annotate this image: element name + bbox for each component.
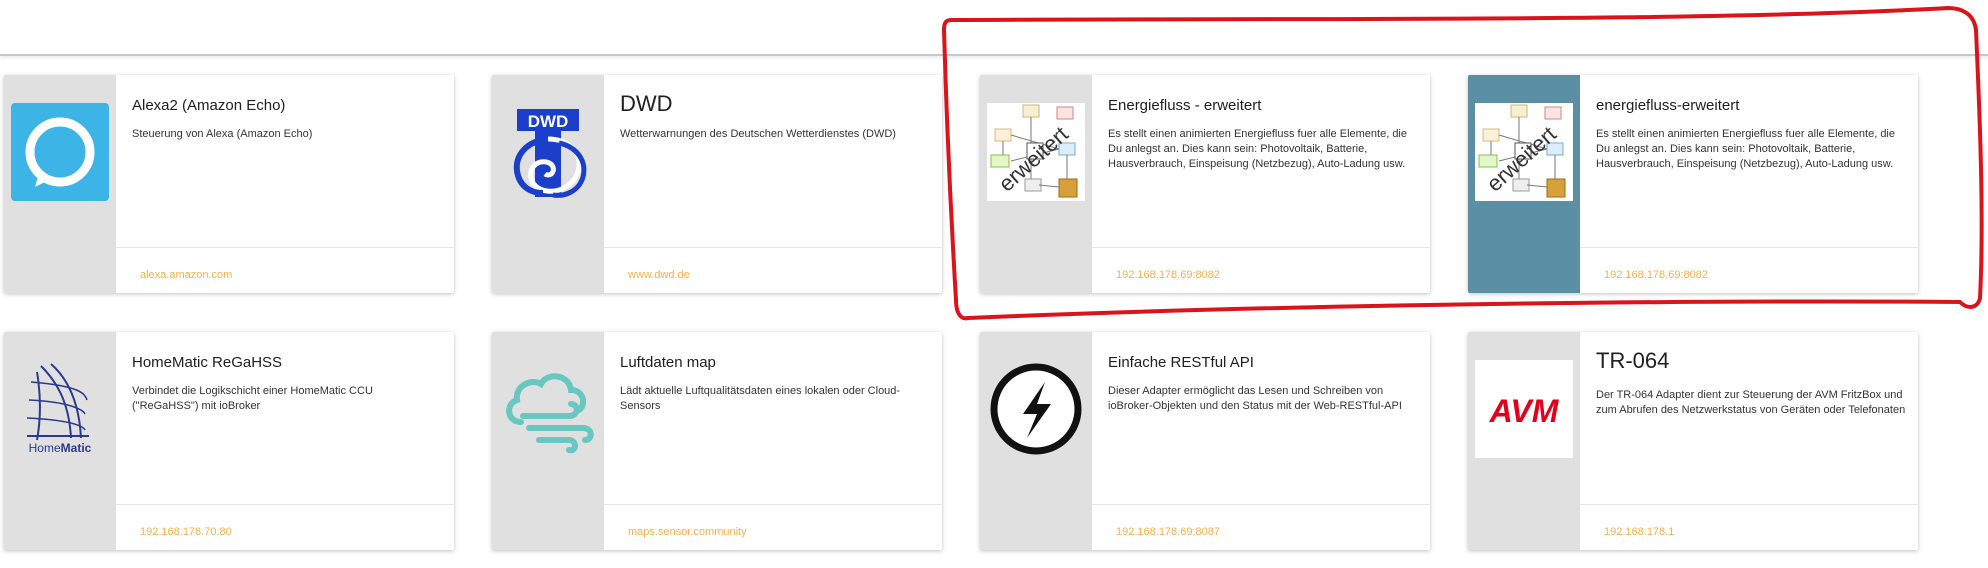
avm-logo-text: AVM	[1489, 393, 1560, 429]
card-link[interactable]: alexa.amazon.com	[140, 269, 232, 281]
card-icon-panel: HomeMatic	[4, 332, 116, 550]
adapter-card-tr-064[interactable]: AVM TR-064 Der TR-064 Adapter dient zur …	[1468, 332, 1918, 550]
card-icon-panel: erweitert	[980, 75, 1092, 293]
card-link[interactable]: 192.168.178.69:8082	[1604, 269, 1708, 281]
card-title: Energiefluss - erweitert	[1108, 97, 1262, 114]
energiefluss-diagram-icon: erweitert	[1475, 103, 1573, 201]
card-title: HomeMatic ReGaHSS	[132, 354, 283, 371]
card-link[interactable]: 192.168.178.69:8087	[1116, 526, 1220, 538]
card-divider	[604, 504, 942, 505]
card-title: Einfache RESTful API	[1108, 354, 1254, 371]
card-title: Alexa2 (Amazon Echo)	[132, 97, 286, 114]
card-description: Wetterwarnungen des Deutschen Wetterdien…	[620, 128, 896, 140]
dwd-logo-icon: DWD	[499, 103, 597, 201]
card-title: DWD	[620, 91, 673, 116]
card-icon-panel	[4, 75, 116, 293]
dwd-logo-text: DWD	[528, 112, 569, 131]
card-icon-panel	[492, 332, 604, 550]
card-description: Lädt aktuelle Luftqualitätsdaten eines l…	[620, 385, 901, 412]
card-icon-panel: DWD	[492, 75, 604, 293]
card-link[interactable]: 192.168.178.70:80	[140, 526, 232, 538]
socket-lightning-icon	[987, 360, 1085, 458]
card-title: energiefluss-erweitert	[1596, 97, 1740, 114]
homematic-logo-text-matic: Matic	[61, 441, 92, 455]
adapter-card-alexa2[interactable]: Alexa2 (Amazon Echo) Steuerung von Alexa…	[4, 75, 454, 293]
card-divider	[1580, 247, 1918, 248]
card-divider	[116, 247, 454, 248]
card-description: Verbindet die Logikschicht einer HomeMat…	[132, 385, 373, 412]
card-divider	[116, 504, 454, 505]
card-link[interactable]: www.dwd.de	[628, 269, 690, 281]
card-divider	[604, 247, 942, 248]
card-divider	[1092, 504, 1430, 505]
cloud-wind-icon	[499, 360, 597, 458]
homematic-logo-text-home: Home	[29, 441, 61, 455]
card-description: Steuerung von Alexa (Amazon Echo)	[132, 128, 313, 140]
card-description: Es stellt einen animierten Energiefluss …	[1596, 128, 1895, 170]
adapter-card-energiefluss-erweitert[interactable]: erweitert Energiefluss - erweitert Es st…	[980, 75, 1430, 293]
card-description: Es stellt einen animierten Energiefluss …	[1108, 128, 1407, 170]
avm-logo-icon: AVM	[1475, 360, 1573, 458]
card-description: Der TR-064 Adapter dient zur Steuerung d…	[1596, 389, 1906, 416]
card-link[interactable]: maps.sensor.community	[628, 526, 747, 538]
svg-text:HomeMatic: HomeMatic	[29, 441, 92, 455]
adapter-card-einfache-restful-api[interactable]: Einfache RESTful API Dieser Adapter ermö…	[980, 332, 1430, 550]
alexa-icon	[11, 103, 109, 201]
top-toolbar	[0, 0, 1988, 56]
homematic-logo-icon: HomeMatic	[11, 360, 109, 458]
card-link[interactable]: 192.168.178.69:8082	[1116, 269, 1220, 281]
card-title: TR-064	[1596, 348, 1670, 373]
card-link[interactable]: 192.168.178.1	[1604, 526, 1674, 538]
energiefluss-diagram-icon: erweitert	[987, 103, 1085, 201]
card-icon-panel	[980, 332, 1092, 550]
card-divider	[1092, 247, 1430, 248]
card-description: Dieser Adapter ermöglicht das Lesen und …	[1108, 385, 1402, 412]
card-icon-panel: erweitert	[1468, 75, 1580, 293]
card-title: Luftdaten map	[620, 354, 716, 371]
adapter-card-dwd[interactable]: DWD DWD Wetterwarnungen des Deutschen We…	[492, 75, 942, 293]
adapter-card-luftdaten-map[interactable]: Luftdaten map Lädt aktuelle Luftqualität…	[492, 332, 942, 550]
card-icon-panel: AVM	[1468, 332, 1580, 550]
adapter-card-energiefluss-erweitert-2[interactable]: erweitert energiefluss-erweitert Es stel…	[1468, 75, 1918, 293]
card-divider	[1580, 504, 1918, 505]
adapter-card-homematic-regahss[interactable]: HomeMatic HomeMatic ReGaHSS Verbindet di…	[4, 332, 454, 550]
